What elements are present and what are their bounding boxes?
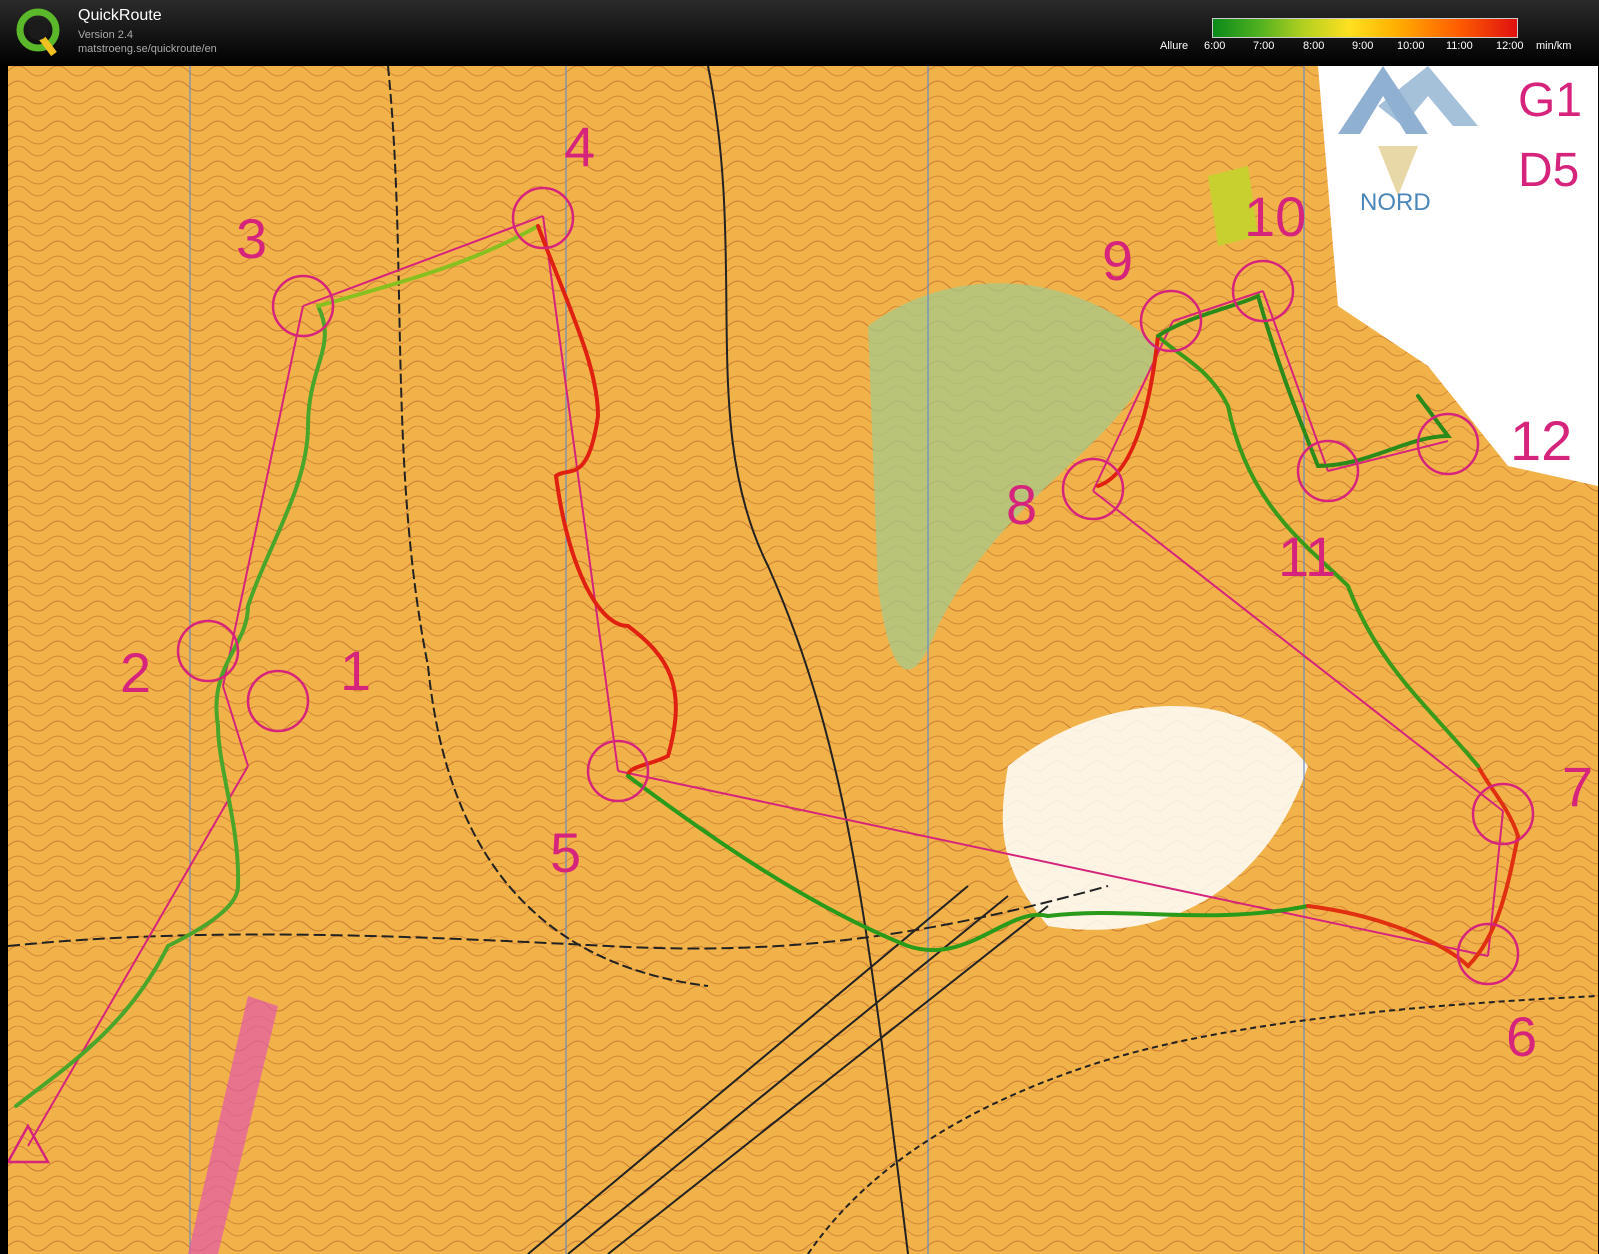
orienteering-map[interactable]: 1 2 3 4 5 6 7 8 9 10 11 12 NORD G1 D5 (8, 66, 1598, 1254)
legend-tick: 8:00 (1303, 40, 1325, 52)
control-number: 11 (1278, 525, 1336, 588)
legend-tick: 12:00 (1496, 40, 1524, 52)
control-number: 8 (1006, 473, 1037, 536)
legend-tick: 11:00 (1446, 40, 1473, 52)
map-canvas: 1 2 3 4 5 6 7 8 9 10 11 12 NORD G1 D5 (8, 66, 1598, 1254)
control-number: 7 (1562, 755, 1593, 818)
legend-tick: 10:00 (1397, 40, 1425, 52)
app-header: QuickRoute Version 2.4 matstroeng.se/qui… (0, 0, 1599, 66)
course-code-2: D5 (1518, 144, 1579, 197)
legend-tick: 6:00 (1204, 40, 1226, 52)
control-number: 12 (1510, 409, 1572, 472)
control-number: 2 (120, 641, 151, 704)
control-number: 4 (564, 115, 595, 178)
quickroute-logo-icon (16, 8, 60, 57)
legend-label: Allure (1160, 40, 1189, 52)
legend-unit: min/km (1536, 40, 1572, 52)
control-number: 1 (340, 639, 371, 702)
app-url[interactable]: matstroeng.se/quickroute/en (78, 43, 217, 55)
app-title: QuickRoute (78, 7, 162, 24)
control-number: 3 (236, 207, 267, 270)
north-label: NORD (1360, 189, 1431, 216)
legend-tick: 9:00 (1352, 40, 1374, 52)
course-code-1: G1 (1518, 74, 1582, 127)
control-number: 6 (1506, 1005, 1537, 1068)
pace-legend-bar (1212, 18, 1518, 38)
control-number: 5 (550, 821, 581, 884)
legend-tick: 7:00 (1253, 40, 1275, 52)
app-version: Version 2.4 (78, 29, 134, 41)
control-number: 9 (1102, 229, 1133, 292)
control-number: 10 (1244, 185, 1306, 248)
